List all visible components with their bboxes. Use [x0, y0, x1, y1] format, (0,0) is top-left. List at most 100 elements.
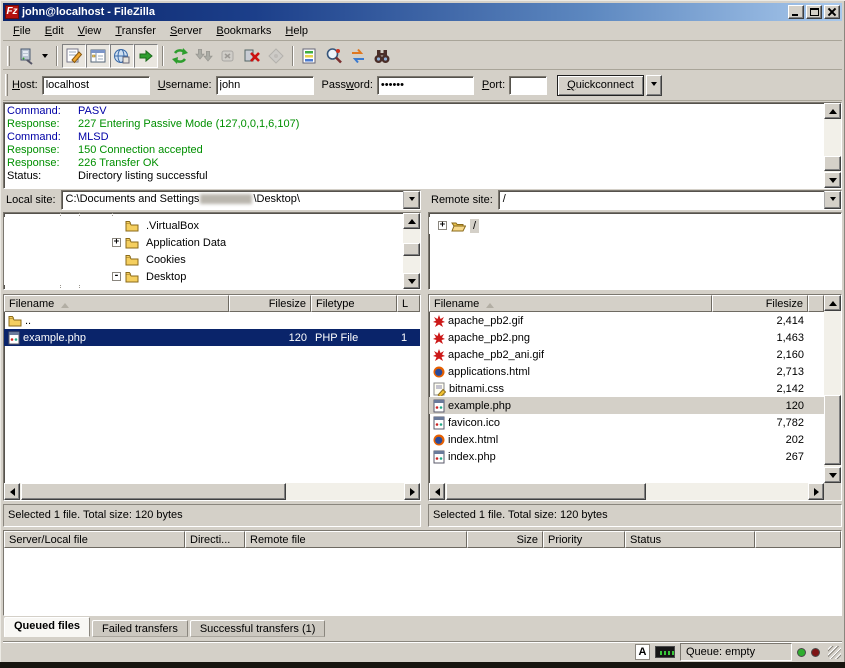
column-header-direction[interactable]: Directi... [185, 531, 245, 548]
disconnect-button[interactable] [240, 44, 264, 68]
menu-item-help[interactable]: Help [278, 23, 315, 39]
menu-item-server[interactable]: Server [163, 23, 209, 39]
file-row-updir[interactable]: .. [4, 312, 420, 329]
maximize-button[interactable] [806, 5, 822, 19]
toggle-transfer-queue-button[interactable] [134, 44, 158, 68]
scroll-thumb[interactable] [403, 243, 420, 256]
expander-icon[interactable]: - [112, 272, 121, 281]
local-list-hscrollbar[interactable] [4, 483, 420, 500]
file-row-index-php[interactable]: index.php 267 [429, 448, 824, 465]
scroll-thumb[interactable] [446, 483, 646, 500]
host-input[interactable] [42, 76, 150, 95]
find-files-button[interactable] [370, 44, 394, 68]
password-input[interactable] [377, 76, 474, 95]
column-header-remote-file[interactable]: Remote file [245, 531, 467, 548]
column-header-priority[interactable]: Priority [543, 531, 625, 548]
quickconnect-grip[interactable] [5, 74, 8, 96]
combo-dropdown-button[interactable] [824, 191, 841, 209]
synchronized-browsing-button[interactable] [346, 44, 370, 68]
column-header-server-local-file[interactable]: Server/Local file [4, 531, 185, 548]
directory-comparison-button[interactable] [322, 44, 346, 68]
close-button[interactable] [824, 5, 840, 19]
file-row-bitnami-css[interactable]: bitnami.css 2,142 [429, 380, 824, 397]
scroll-thumb[interactable] [824, 156, 841, 171]
toggle-message-log-button[interactable] [62, 44, 86, 68]
tree-item-application-data[interactable]: + Application Data [4, 234, 420, 251]
file-row-apache-pb2-png[interactable]: apache_pb2.png 1,463 [429, 329, 824, 346]
expander-icon[interactable]: + [112, 238, 121, 247]
column-header-last-modified[interactable]: L [397, 295, 420, 312]
remote-list-hscrollbar[interactable] [429, 483, 824, 500]
column-header-filename[interactable]: Filename [4, 295, 229, 312]
site-manager-button[interactable] [14, 44, 38, 68]
folder-icon [125, 220, 139, 232]
menu-item-edit[interactable]: Edit [38, 23, 71, 39]
remote-path-combo[interactable]: / [498, 190, 842, 210]
tree-item-desktop[interactable]: - Desktop [4, 268, 420, 285]
log-line: Status:Directory listing successful [4, 170, 841, 183]
local-path-combo[interactable]: C:\Documents and Settings\Desktop\ [61, 190, 421, 210]
process-queue-button[interactable] [192, 44, 216, 68]
resize-grip[interactable] [828, 646, 841, 659]
tab-queued-files[interactable]: Queued files [4, 617, 90, 637]
tree-item-root[interactable]: + / [429, 217, 841, 234]
file-row-applications-html[interactable]: applications.html 2,713 [429, 363, 824, 380]
filters-button[interactable] [298, 44, 322, 68]
column-header-status[interactable]: Status [625, 531, 755, 548]
combo-dropdown-button[interactable] [403, 191, 420, 209]
file-row-index-html[interactable]: index.html 202 [429, 431, 824, 448]
reconnect-button[interactable] [264, 44, 288, 68]
file-row-favicon-ico[interactable]: favicon.ico 7,782 [429, 414, 824, 431]
scroll-left-button[interactable] [4, 483, 20, 500]
column-header-filetype[interactable]: Filetype [311, 295, 397, 312]
quickconnect-button[interactable]: Quickconnect [557, 75, 644, 96]
titlebar[interactable]: Fz john@localhost - FileZilla [3, 3, 842, 21]
scroll-down-button[interactable] [403, 273, 420, 289]
scroll-right-button[interactable] [404, 483, 420, 500]
column-header-filesize[interactable]: Filesize [229, 295, 311, 312]
scroll-up-button[interactable] [824, 103, 841, 119]
scroll-thumb[interactable] [824, 395, 841, 465]
quickconnect-dropdown[interactable] [646, 75, 662, 96]
local-file-list: Filename Filesize Filetype L .. example.… [3, 294, 421, 501]
tab-failed-transfers[interactable]: Failed transfers [92, 620, 188, 637]
speed-limits-icon[interactable] [655, 646, 675, 658]
menu-item-transfer[interactable]: Transfer [108, 23, 163, 39]
toggle-local-tree-button[interactable] [86, 44, 110, 68]
scroll-up-button[interactable] [403, 213, 420, 229]
scroll-up-button[interactable] [824, 295, 841, 311]
file-row-example-php[interactable]: example.php 120 PHP File 1 [4, 329, 420, 346]
local-tree-scrollbar[interactable] [403, 213, 420, 289]
port-input[interactable] [509, 76, 547, 95]
scroll-down-button[interactable] [824, 467, 841, 483]
file-row-apache-pb2-ani-gif[interactable]: apache_pb2_ani.gif 2,160 [429, 346, 824, 363]
toggle-remote-tree-button[interactable] [110, 44, 134, 68]
refresh-button[interactable] [168, 44, 192, 68]
site-manager-dropdown[interactable] [38, 44, 52, 68]
host-label: Host: [12, 79, 38, 91]
scroll-thumb[interactable] [21, 483, 286, 500]
menu-item-file[interactable]: File [6, 23, 38, 39]
expander-icon[interactable]: + [438, 221, 447, 230]
toolbar [3, 42, 842, 70]
find-files-icon [373, 47, 391, 65]
scroll-left-button[interactable] [429, 483, 445, 500]
menu-item-bookmarks[interactable]: Bookmarks [209, 23, 278, 39]
tab-successful-transfers[interactable]: Successful transfers (1) [190, 620, 326, 637]
column-header-size[interactable]: Size [467, 531, 543, 548]
log-scrollbar[interactable] [824, 103, 841, 188]
file-row-example-php[interactable]: example.php 120 [429, 397, 824, 414]
scroll-right-button[interactable] [808, 483, 824, 500]
cancel-button[interactable] [216, 44, 240, 68]
menu-item-view[interactable]: View [71, 23, 109, 39]
username-input[interactable] [216, 76, 314, 95]
file-row-apache-pb2-gif[interactable]: apache_pb2.gif 2,414 [429, 312, 824, 329]
column-header-filename[interactable]: Filename [429, 295, 712, 312]
tree-item-cookies[interactable]: Cookies [4, 251, 420, 268]
column-header-filesize[interactable]: Filesize [712, 295, 808, 312]
minimize-button[interactable] [788, 5, 804, 19]
scroll-down-button[interactable] [824, 172, 841, 188]
toolbar-grip[interactable] [7, 46, 10, 66]
remote-list-vscrollbar[interactable] [824, 295, 841, 483]
tree-item-virtualbox[interactable]: .VirtualBox [4, 217, 420, 234]
